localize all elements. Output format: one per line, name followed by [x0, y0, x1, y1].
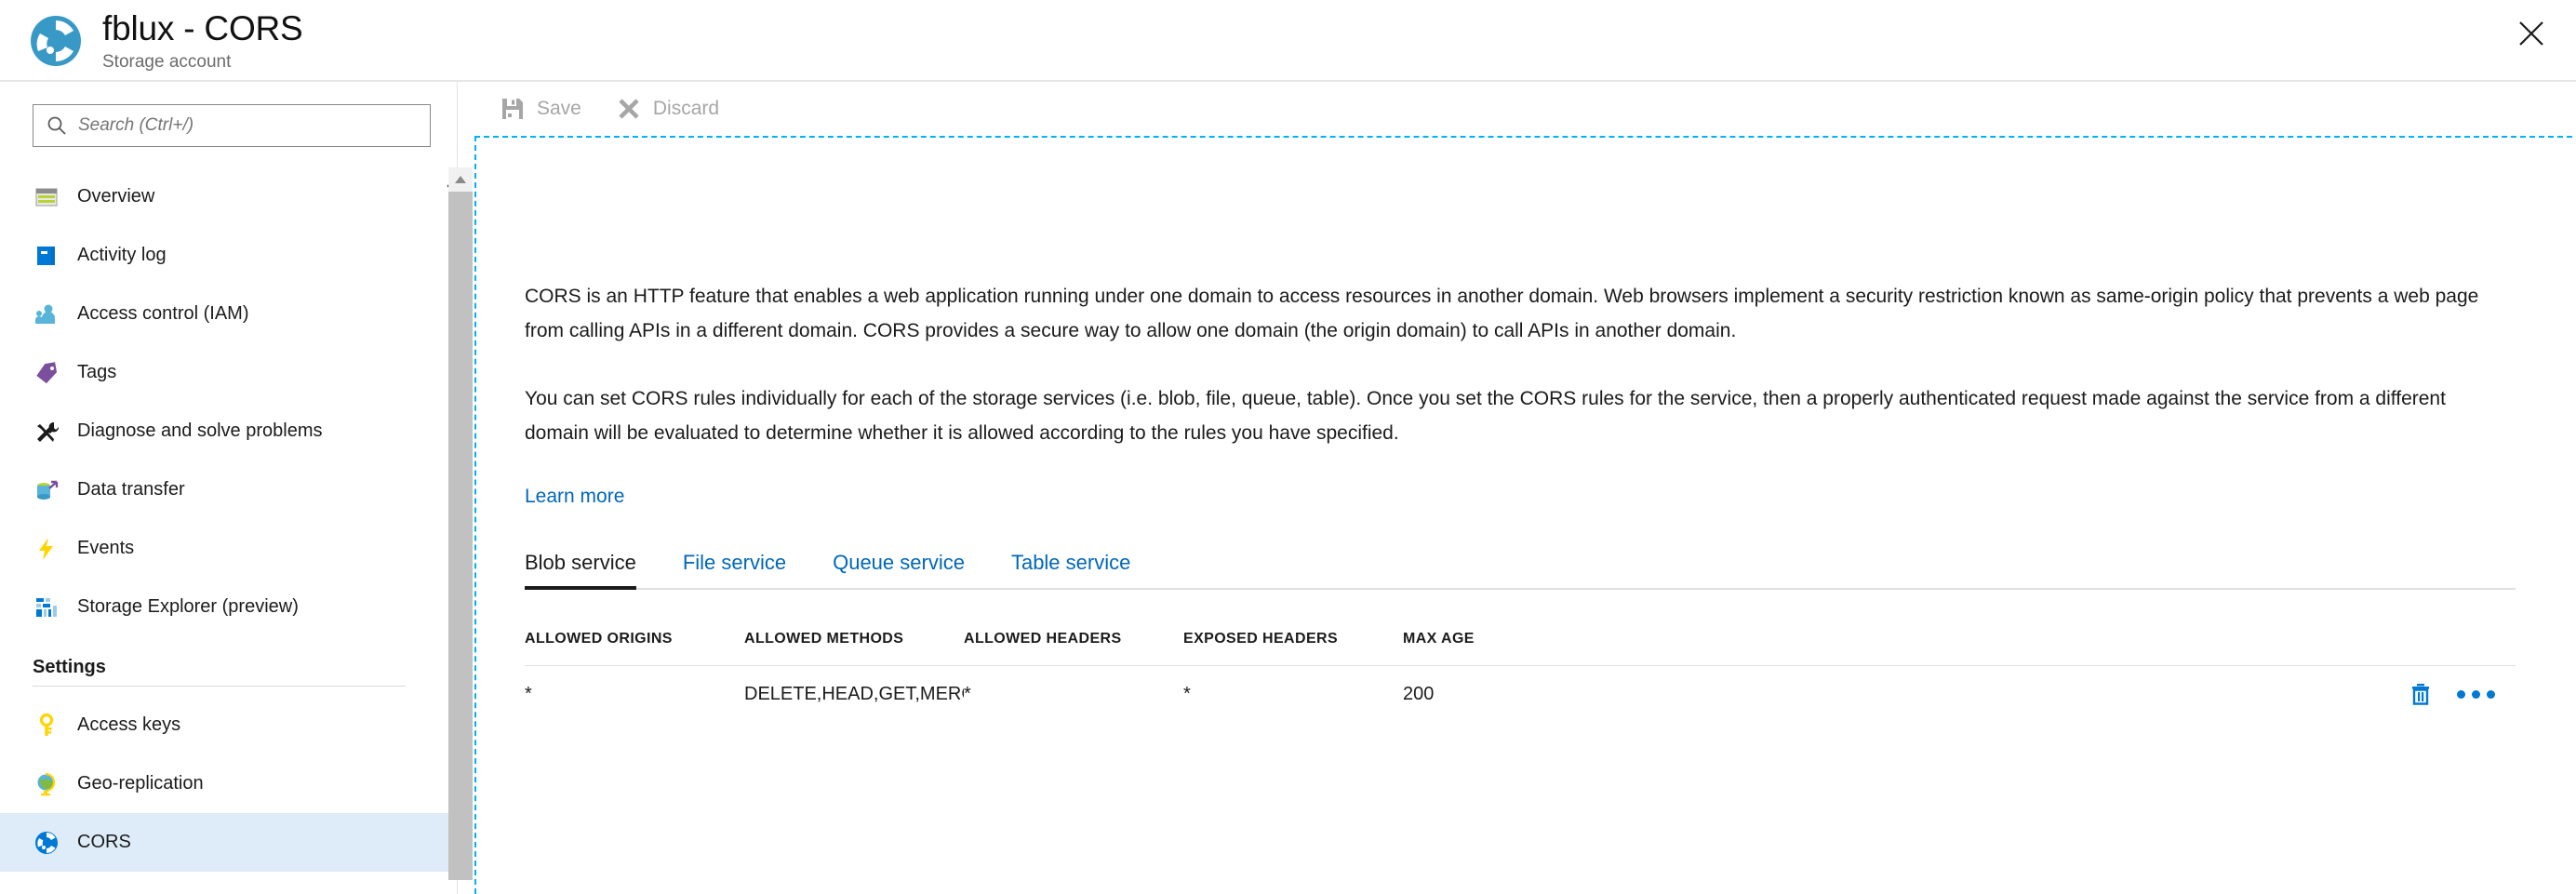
tags-icon: [33, 359, 60, 387]
sidebar-item-activity-log[interactable]: Activity log: [0, 226, 448, 285]
service-tabs: Blob service File service Queue service …: [525, 545, 2516, 590]
sidebar-item-tags[interactable]: Tags: [0, 343, 448, 402]
sidebar-item-overview[interactable]: Overview: [0, 167, 448, 226]
sidebar-item-label: Diagnose and solve problems: [77, 420, 323, 441]
page-subtitle: Storage account: [102, 52, 232, 72]
tab-table-service[interactable]: Table service: [1011, 551, 1130, 588]
column-header-exposed-headers: EXPOSED HEADERS: [1183, 630, 1339, 647]
cell-exposed-headers: *: [1183, 683, 1191, 704]
discard-button-label: Discard: [652, 98, 720, 119]
sidebar-item-label: Activity log: [77, 245, 167, 265]
tab-file-service[interactable]: File service: [683, 551, 786, 588]
row-actions: [2388, 678, 2495, 710]
activity-log-icon: [33, 242, 60, 270]
tab-queue-service[interactable]: Queue service: [833, 551, 965, 588]
scroll-up-arrow-icon[interactable]: [448, 167, 473, 192]
sidebar-scrollbar-thumb[interactable]: [448, 192, 473, 880]
save-button[interactable]: Save: [499, 95, 581, 123]
search-icon: [45, 113, 69, 138]
search-box[interactable]: [33, 104, 431, 147]
azure-portal-blade: fblux - CORS Storage account «: [0, 0, 2576, 894]
column-header-max-age: MAX AGE: [1403, 630, 1475, 647]
ellipsis-icon[interactable]: [2457, 689, 2495, 699]
cors-icon: [33, 829, 60, 857]
column-header-allowed-methods: ALLOWED METHODS: [744, 630, 904, 647]
save-disk-icon: [499, 95, 527, 123]
search-container: [33, 104, 431, 147]
table-row[interactable]: * DELETE,HEAD,GET,MERGE,PO... * * 200: [525, 666, 2516, 722]
discard-button[interactable]: Discard: [615, 95, 719, 123]
settings-section-divider: [33, 686, 406, 687]
globe-icon: [33, 770, 60, 798]
cell-allowed-origins: *: [525, 683, 532, 704]
page-title: fblux - CORS: [102, 9, 303, 47]
overview-icon: [33, 183, 60, 211]
table-header-row: ALLOWED ORIGINS ALLOWED METHODS ALLOWED …: [525, 612, 2516, 666]
blade-header: fblux - CORS Storage account: [0, 0, 2576, 82]
search-input[interactable]: [76, 114, 411, 137]
sidebar: « Overview: [0, 82, 473, 894]
data-transfer-icon: [33, 476, 60, 504]
content-pane: Save Discard CORS is an HTTP feature tha…: [473, 82, 2576, 894]
sidebar-item-label: Tags: [77, 362, 117, 382]
sidebar-item-label: Access control (IAM): [77, 303, 249, 324]
diagnose-icon: [33, 418, 60, 446]
sidebar-item-geo-replication[interactable]: Geo-replication: [0, 754, 448, 813]
discard-x-icon: [615, 95, 643, 123]
command-toolbar: Save Discard: [473, 82, 2576, 136]
sidebar-item-label: Data transfer: [77, 479, 185, 500]
cell-allowed-headers: *: [964, 683, 971, 704]
cell-max-age: 200: [1403, 683, 1435, 704]
column-header-allowed-headers: ALLOWED HEADERS: [964, 630, 1122, 647]
sidebar-item-label: CORS: [77, 832, 131, 852]
sidebar-item-storage-explorer[interactable]: Storage Explorer (preview): [0, 578, 448, 636]
sidebar-item-events[interactable]: Events: [0, 519, 448, 578]
cors-description-paragraph-2: You can set CORS rules individually for …: [525, 388, 2446, 444]
sidebar-item-data-transfer[interactable]: Data transfer: [0, 460, 448, 519]
storage-account-icon: [28, 13, 84, 69]
storage-explorer-icon: [33, 594, 60, 621]
events-icon: [33, 535, 60, 563]
trash-icon[interactable]: [2405, 678, 2436, 710]
column-header-allowed-origins: ALLOWED ORIGINS: [525, 630, 673, 647]
sidebar-item-label: Storage Explorer (preview): [77, 596, 299, 617]
save-button-label: Save: [537, 98, 581, 119]
cors-settings-pane: CORS is an HTTP feature that enables a w…: [474, 136, 2572, 894]
close-icon[interactable]: [2505, 7, 2557, 60]
cors-description-paragraph-1: CORS is an HTTP feature that enables a w…: [525, 286, 2479, 341]
key-icon: [33, 712, 60, 740]
sidebar-item-diagnose[interactable]: Diagnose and solve problems: [0, 402, 448, 460]
cell-allowed-methods: DELETE,HEAD,GET,MERGE,PO...: [744, 683, 964, 704]
sidebar-item-access-keys[interactable]: Access keys: [0, 696, 448, 754]
header-text-group: fblux - CORS Storage account: [102, 7, 303, 73]
sidebar-item-cors[interactable]: CORS: [0, 813, 448, 872]
sidebar-nav: Overview Activity log Access control (IA…: [0, 167, 448, 872]
sidebar-item-access-control[interactable]: Access control (IAM): [0, 285, 448, 343]
sidebar-item-label: Events: [77, 538, 135, 558]
tab-blob-service[interactable]: Blob service: [525, 551, 636, 590]
learn-more-link[interactable]: Learn more: [525, 486, 624, 508]
sidebar-item-label: Overview: [77, 186, 155, 207]
sidebar-item-label: Geo-replication: [77, 773, 204, 794]
access-control-icon: [33, 300, 60, 328]
sidebar-item-label: Access keys: [77, 714, 181, 735]
cors-rules-table: ALLOWED ORIGINS ALLOWED METHODS ALLOWED …: [525, 612, 2516, 722]
settings-section-title: Settings: [33, 657, 106, 677]
